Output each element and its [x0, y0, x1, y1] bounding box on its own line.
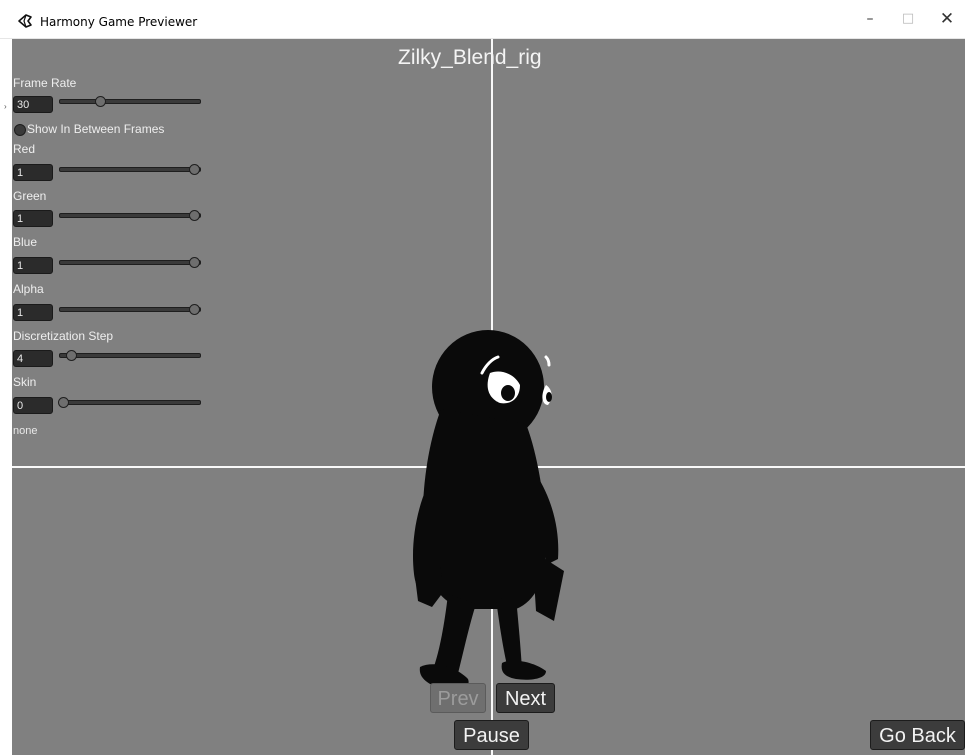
alpha-slider-thumb[interactable]: [189, 304, 200, 315]
green-slider-track[interactable]: [59, 213, 201, 218]
red-slider-thumb[interactable]: [189, 164, 200, 175]
go-back-button[interactable]: Go Back: [870, 720, 965, 750]
green-field[interactable]: 1: [13, 210, 53, 227]
discretization-step-field[interactable]: 4: [13, 350, 53, 367]
frame-rate-slider-track[interactable]: [59, 99, 201, 104]
show-in-between-toggle[interactable]: [14, 124, 26, 136]
discretization-step-label: Discretization Step: [13, 329, 114, 343]
window-titlebar: Harmony Game Previewer – □ ✕: [0, 0, 965, 39]
green-label: Green: [13, 189, 47, 203]
character-silhouette: [412, 330, 564, 691]
discretization-step-slider-thumb[interactable]: [65, 350, 77, 361]
alpha-slider-track[interactable]: [59, 307, 201, 312]
show-in-between-label: Show In Between Frames: [27, 122, 165, 136]
red-field[interactable]: 1: [13, 164, 53, 181]
close-button[interactable]: ✕: [936, 8, 958, 30]
frame-rate-slider-thumb[interactable]: [94, 96, 106, 107]
pause-button[interactable]: Pause: [454, 720, 529, 750]
discretization-step-slider-track[interactable]: [59, 353, 201, 358]
red-label: Red: [13, 142, 36, 156]
green-slider-thumb[interactable]: [189, 210, 200, 221]
alpha-field[interactable]: 1: [13, 304, 53, 321]
frame-rate-label: Frame Rate: [13, 76, 77, 90]
blue-label: Blue: [13, 235, 38, 249]
blue-slider-track[interactable]: [59, 260, 201, 265]
window-left-border: ›: [0, 39, 12, 755]
collapse-arrow-icon[interactable]: ›: [4, 102, 7, 111]
rig-name-title: Zilky_Blend_rig: [398, 46, 542, 69]
red-slider-track[interactable]: [59, 167, 201, 172]
app-logo-icon: [18, 14, 32, 28]
frame-rate-field[interactable]: 30: [13, 96, 53, 113]
blue-slider-thumb[interactable]: [189, 257, 200, 268]
alpha-label: Alpha: [13, 282, 44, 296]
minimize-button[interactable]: –: [859, 8, 881, 30]
skin-label: Skin: [13, 375, 37, 389]
game-viewport[interactable]: Zilky_Blend_rig Frame Rate 30 Show In Be…: [12, 39, 965, 755]
maximize-button[interactable]: □: [897, 8, 919, 30]
prev-button[interactable]: Prev: [430, 683, 486, 713]
skin-name-text: none: [13, 425, 38, 437]
blue-field[interactable]: 1: [13, 257, 53, 274]
next-button[interactable]: Next: [496, 683, 555, 713]
skin-slider-thumb[interactable]: [58, 397, 69, 408]
skin-field[interactable]: 0: [13, 397, 53, 414]
skin-slider-track[interactable]: [59, 400, 201, 405]
window-title: Harmony Game Previewer: [40, 15, 198, 29]
